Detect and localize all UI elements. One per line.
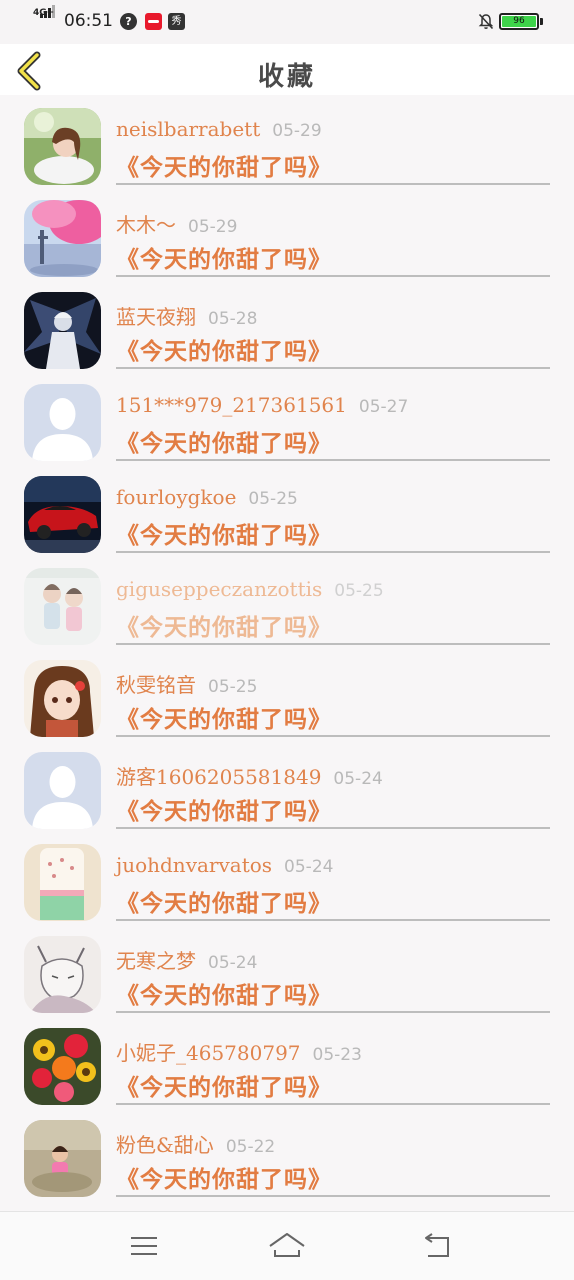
favorite-item[interactable]: 151***979_217361561 05-27 《今天的你甜了吗》 [0,371,574,463]
date: 05-25 [334,581,384,601]
help-circle-icon: ? [120,13,137,30]
post-title[interactable]: 《今天的你甜了吗》 [116,332,332,366]
favorite-item[interactable]: 蓝天夜翔 05-28 《今天的你甜了吗》 [0,279,574,371]
divider [116,367,550,369]
date: 05-29 [272,121,322,141]
divider [116,275,550,277]
favorite-item[interactable]: 小妮子_465780797 05-23 《今天的你甜了吗》 [0,1015,574,1107]
avatar [24,108,101,185]
username: 木木～ [116,213,176,237]
username: 蓝天夜翔 [116,305,196,329]
avatar [24,200,101,277]
divider [116,1103,550,1105]
username: 粉色&甜心 [116,1133,214,1157]
battery-tip [540,18,543,25]
favorite-item[interactable]: fourloygkoe 05-25 《今天的你甜了吗》 [0,463,574,555]
date: 05-27 [358,397,409,417]
avatar [24,1120,101,1197]
date: 05-22 [225,1137,276,1157]
avatar [24,568,101,645]
menu-button[interactable] [124,1228,164,1264]
post-title[interactable]: 《今天的你甜了吗》 [116,1068,332,1102]
divider [116,183,550,185]
favorite-item[interactable]: 无寒之梦 05-24 《今天的你甜了吗》 [0,923,574,1015]
username: 151***979_217361561 [116,393,347,417]
app-badge-icon: 秀 [168,13,185,30]
post-title[interactable]: 《今天的你甜了吗》 [116,884,332,918]
divider [116,919,550,921]
page-title: 收藏 [257,62,316,92]
divider [116,1011,550,1013]
back-nav-button[interactable] [418,1228,458,1264]
avatar [24,936,101,1013]
post-title[interactable]: 《今天的你甜了吗》 [116,148,332,182]
username: neislbarrabett [116,117,261,141]
avatar [24,476,101,553]
divider [116,551,550,553]
username: 秋雯铭音 [116,673,196,697]
avatar [24,844,101,921]
clock: 06:51 [64,11,113,31]
date: 05-28 [208,309,258,329]
username: juohdnvarvatos [116,853,273,877]
post-title[interactable]: 《今天的你甜了吗》 [116,792,332,826]
avatar [24,1028,101,1105]
avatar [24,660,101,737]
battery-icon: 96 [499,13,539,30]
favorite-item[interactable]: 游客1606205581849 05-24 《今天的你甜了吗》 [0,739,574,831]
header: 收藏 [0,44,574,95]
home-icon [269,1233,305,1257]
favorite-item[interactable]: 秋雯铭音 05-25 《今天的你甜了吗》 [0,647,574,739]
username: giguseppeczanzottis [116,577,323,601]
menu-icon [131,1237,157,1255]
post-title[interactable]: 《今天的你甜了吗》 [116,700,332,734]
divider [116,1195,550,1197]
status-bar: 4G+ 06:51 ? 秀 96 [0,0,574,44]
divider [116,827,550,829]
divider [116,643,550,645]
back-icon [425,1233,449,1257]
post-title[interactable]: 《今天的你甜了吗》 [116,516,332,550]
post-title[interactable]: 《今天的你甜了吗》 [116,1160,332,1194]
red-app-icon [145,13,162,30]
username: 无寒之梦 [116,949,196,973]
date: 05-25 [208,677,258,697]
date: 05-29 [188,217,238,237]
divider [116,459,550,461]
favorite-item[interactable]: giguseppeczanzottis 05-25 《今天的你甜了吗》 [0,555,574,647]
date: 05-24 [333,769,383,789]
favorite-item[interactable]: 粉色&甜心 05-22 《今天的你甜了吗》 [0,1107,574,1199]
post-title[interactable]: 《今天的你甜了吗》 [116,240,332,274]
battery-level: 96 [513,16,525,26]
default-avatar-icon [24,752,101,829]
username: fourloygkoe [116,485,237,509]
username: 游客1606205581849 [116,765,322,789]
date: 05-23 [312,1045,362,1065]
post-title[interactable]: 《今天的你甜了吗》 [116,976,332,1010]
home-button[interactable] [267,1228,307,1264]
username: 小妮子_465780797 [116,1041,301,1065]
post-title[interactable]: 《今天的你甜了吗》 [116,424,332,458]
date: 05-24 [208,953,258,973]
default-avatar-icon [24,384,101,461]
favorite-item[interactable]: neislbarrabett 05-29 《今天的你甜了吗》 [0,95,574,187]
avatar [24,292,101,369]
divider [116,735,550,737]
favorites-list[interactable]: neislbarrabett 05-29 《今天的你甜了吗》 木木～ 05-29 《… [0,95,574,1211]
post-title[interactable]: 《今天的你甜了吗》 [116,608,332,642]
date: 05-24 [284,857,334,877]
navigation-bar [0,1211,574,1280]
notifications-off-icon [478,13,494,30]
favorite-item[interactable]: juohdnvarvatos 05-24 《今天的你甜了吗》 [0,831,574,923]
favorite-item[interactable] [0,1199,574,1211]
date: 05-25 [248,489,298,509]
favorite-item[interactable]: 木木～ 05-29 《今天的你甜了吗》 [0,187,574,279]
